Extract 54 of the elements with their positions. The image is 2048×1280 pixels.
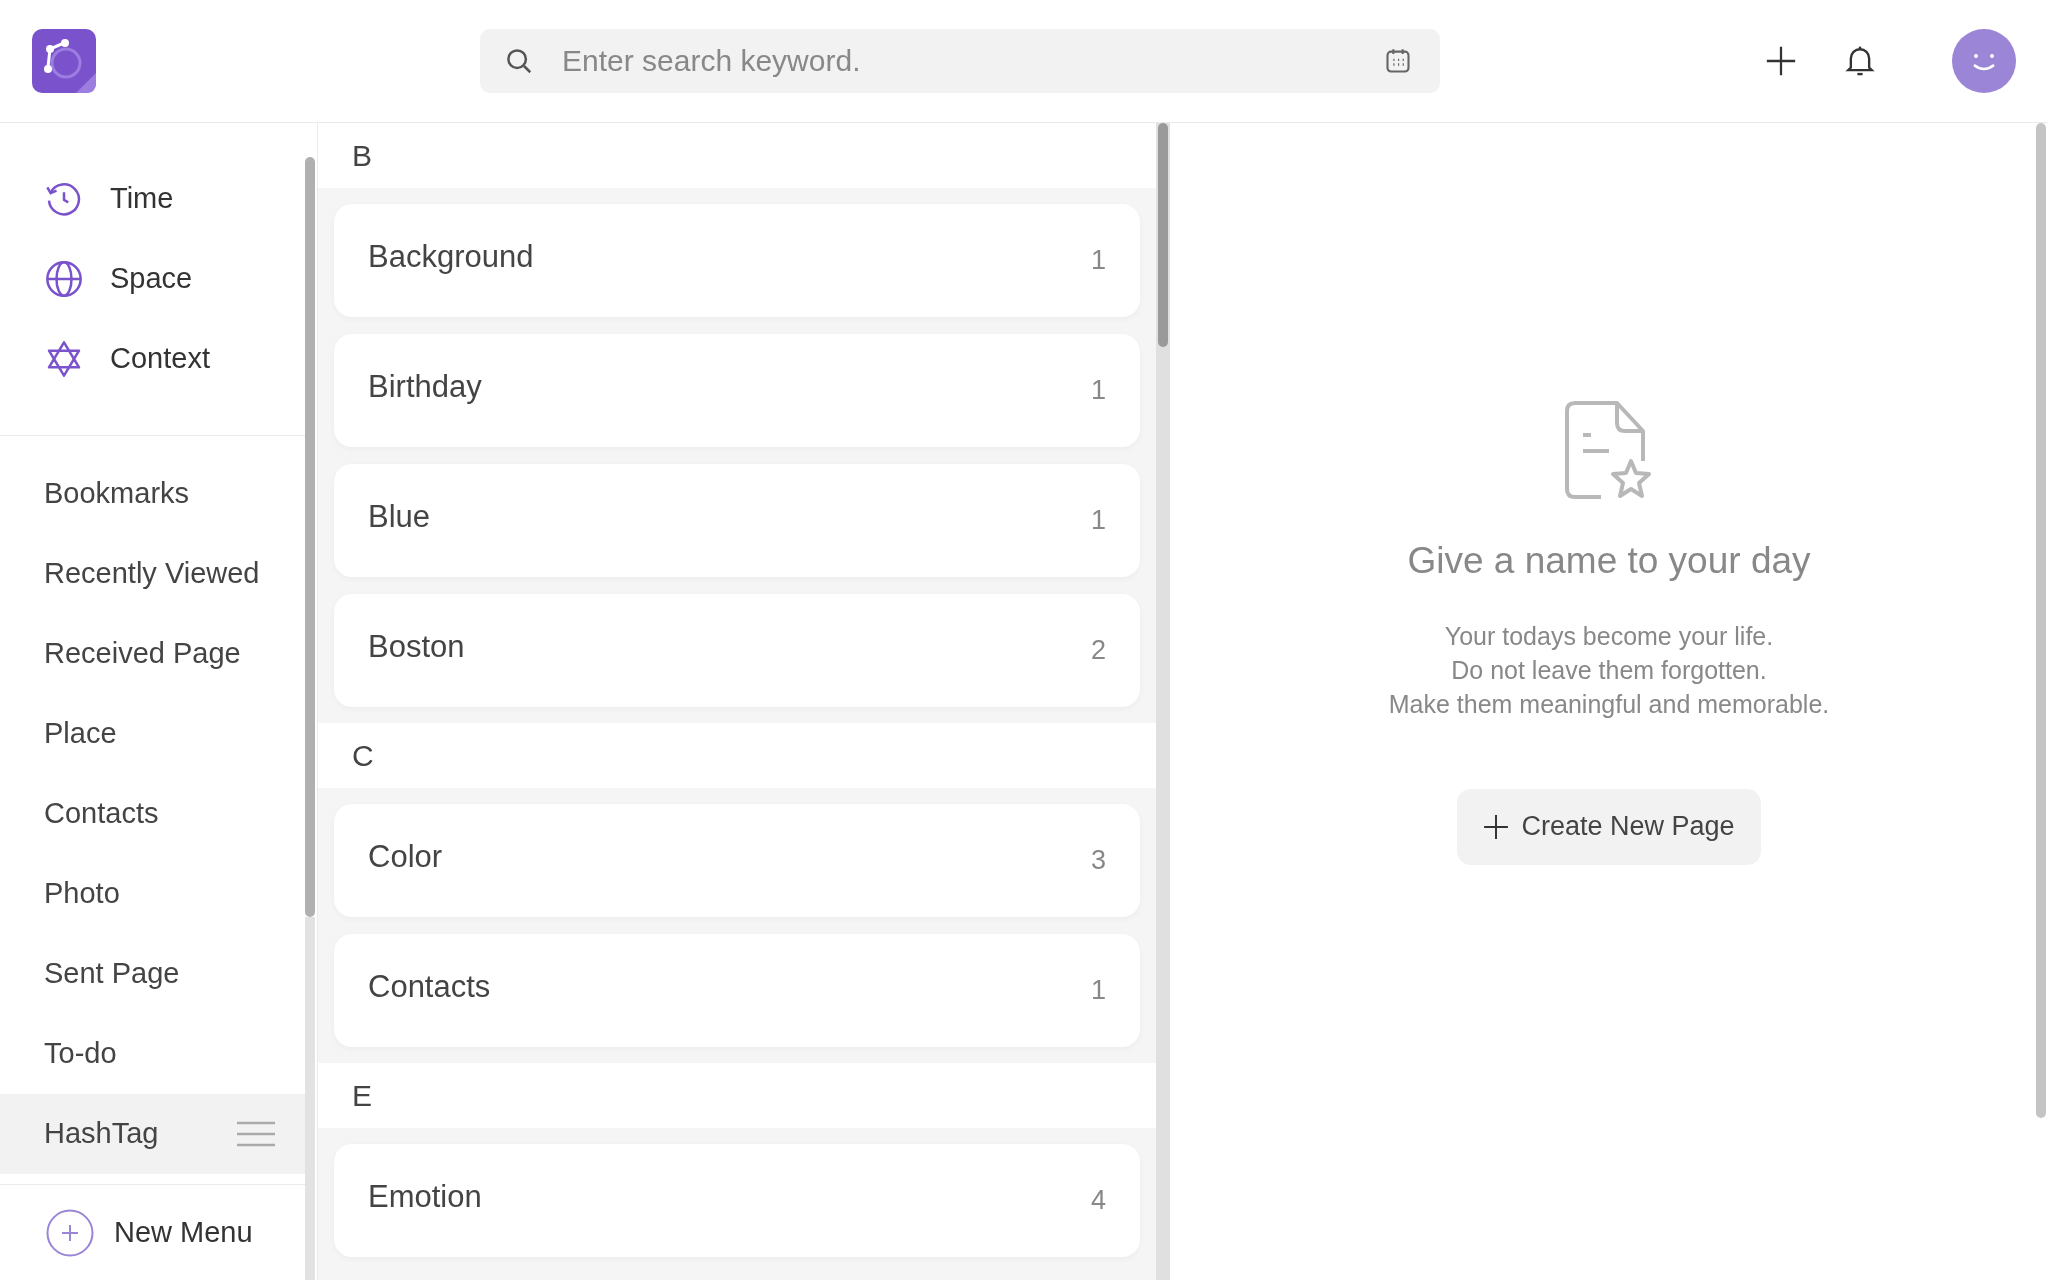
tag-count: 2 — [1090, 634, 1106, 668]
empty-state-title: Give a name to your day — [1407, 539, 1811, 583]
tag-count: 4 — [1090, 1184, 1106, 1218]
tag-name: Boston — [368, 628, 465, 667]
sidebar-view-item[interactable]: Context — [0, 319, 305, 399]
sidebar-view-item[interactable]: Space — [0, 239, 305, 319]
sidebar-item[interactable]: Photo — [0, 854, 305, 934]
avatar-icon[interactable] — [1952, 29, 2016, 93]
tag-card[interactable]: Background 1 — [334, 204, 1140, 317]
section-letter: B — [352, 138, 372, 174]
tag-count: 1 — [1090, 504, 1106, 538]
tag-name: Background — [368, 238, 534, 277]
tag-name: Emotion — [368, 1178, 482, 1217]
globe-icon — [44, 259, 84, 299]
scrollbar[interactable] — [305, 157, 315, 917]
scrollbar[interactable] — [1158, 123, 1168, 347]
tag-card[interactable]: Contacts 1 — [334, 934, 1140, 1047]
new-menu-button[interactable]: New Menu — [46, 1208, 253, 1257]
sidebar-item[interactable]: Sent Page — [0, 934, 305, 1014]
app-logo-icon[interactable] — [32, 29, 96, 93]
tag-name: Blue — [368, 498, 431, 537]
tag-name: Birthday — [368, 368, 482, 407]
drag-handle-icon[interactable] — [237, 1120, 275, 1148]
tag-count: 1 — [1090, 974, 1106, 1008]
tag-name: Contacts — [368, 968, 491, 1007]
tag-card[interactable]: Color 3 — [334, 804, 1140, 917]
sidebar-item[interactable]: HashTag — [0, 1094, 305, 1174]
sidebar-item[interactable]: Recently Viewed — [0, 534, 305, 614]
sidebar-item[interactable]: Bookmarks — [0, 454, 305, 534]
tag-card[interactable]: Boston 2 — [334, 594, 1140, 707]
tag-card[interactable]: Birthday 1 — [334, 334, 1140, 447]
sidebar-view-item[interactable]: Time — [0, 159, 305, 239]
section-letter: E — [352, 1078, 372, 1114]
plus-icon — [1483, 813, 1510, 840]
sidebar-item[interactable]: To-do — [0, 1014, 305, 1094]
tag-count: 3 — [1090, 844, 1106, 878]
sidebar-item[interactable]: Place — [0, 694, 305, 774]
scrollbar[interactable] — [2036, 123, 2046, 1118]
empty-state-message: Your todays become your life. Do not leave them forgotten. Make them meaningful and memorable. — [1388, 620, 1830, 720]
sidebar-item[interactable]: Contacts — [0, 774, 305, 854]
calendar-icon[interactable] — [1384, 47, 1412, 75]
add-circle-icon — [46, 1208, 94, 1257]
create-new-page-button[interactable]: Create New Page — [1457, 788, 1761, 865]
search-icon — [504, 46, 534, 76]
tag-count: 1 — [1090, 374, 1106, 408]
tag-count: 1 — [1090, 244, 1106, 278]
tag-name: Color — [368, 838, 443, 877]
search-field[interactable]: Enter search keyword. — [480, 29, 1440, 93]
tag-card[interactable]: Blue 1 — [334, 464, 1140, 577]
bell-icon[interactable] — [1844, 44, 1876, 78]
tag-card[interactable]: Emotion 4 — [334, 1144, 1140, 1257]
sidebar-item[interactable]: Received Page — [0, 614, 305, 694]
add-icon[interactable] — [1764, 44, 1798, 78]
section-letter: C — [352, 738, 374, 774]
